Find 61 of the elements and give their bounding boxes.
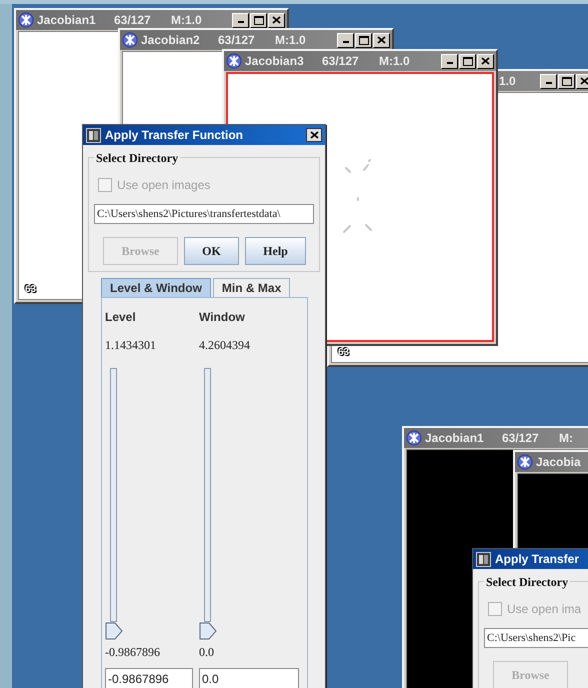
maximize-button[interactable]: [459, 54, 476, 68]
slider-label: Level: [105, 309, 137, 326]
max-value: 1.1434301: [105, 337, 157, 354]
checkbox-label: Use open images: [117, 177, 210, 194]
close-button[interactable]: [306, 128, 322, 142]
minimize-button[interactable]: [232, 12, 249, 28]
min-value: -0.9867896: [105, 644, 161, 662]
dialog-button[interactable]: OK: [184, 237, 239, 265]
maximize-icon: [358, 36, 368, 44]
app-icon: [18, 12, 34, 28]
slice-number: 63/127: [218, 32, 256, 49]
slider-label: Window: [199, 309, 246, 326]
slice-number: 63/127: [114, 12, 152, 29]
slider-thumb[interactable]: [199, 622, 217, 640]
maximize-button[interactable]: [558, 74, 575, 88]
directory-field[interactable]: C:\Users\shens2\Pictures\transfertestdata\: [94, 204, 314, 224]
dialog-title: Apply Transfer Function: [105, 127, 244, 144]
close-icon: [580, 77, 588, 85]
checkbox-label: Use open ima: [507, 601, 582, 618]
close-icon: [377, 36, 386, 44]
app-icon: [122, 32, 138, 48]
slice-label: 63: [25, 283, 36, 297]
maximize-icon: [254, 16, 264, 24]
maximize-icon: [462, 56, 472, 66]
maximize-button[interactable]: [355, 32, 372, 48]
app-icon: [517, 454, 533, 470]
minimize-button[interactable]: [540, 74, 557, 88]
minimize-button[interactable]: [441, 54, 458, 68]
window-title: Jacobian2: [141, 32, 201, 49]
zoom-factor: M:: [559, 430, 573, 447]
zoom-factor: M:1.0: [379, 53, 410, 70]
close-icon: [481, 57, 490, 65]
close-icon: [310, 131, 318, 139]
window-title: Jacobian3: [245, 53, 305, 70]
app-icon: [86, 128, 101, 142]
app-icon: [226, 53, 242, 69]
window-title: Jacobia: [536, 454, 582, 471]
value-field[interactable]: 0.0: [199, 668, 299, 688]
dialog-title: Apply Transfer: [495, 551, 580, 568]
window-title: Jacobian1: [425, 430, 485, 447]
slice-number: 63/127: [502, 430, 540, 447]
dialog-button[interactable]: Help: [245, 237, 306, 265]
zoom-factor: M:1.0: [171, 12, 202, 29]
zoom-factor: 1.0: [499, 73, 516, 90]
maximize-icon: [562, 76, 572, 86]
tab[interactable]: Min & Max: [212, 278, 290, 297]
directory-field[interactable]: C:\Users\shens2\Pic: [484, 628, 588, 648]
slider-thumb[interactable]: [105, 622, 123, 640]
slice-number: 63/127: [322, 53, 360, 70]
close-icon: [272, 16, 281, 24]
app-icon: [406, 430, 422, 446]
value-field[interactable]: -0.9867896: [105, 668, 193, 688]
slice-label: 63: [338, 346, 350, 360]
max-value: 4.2604394: [199, 337, 251, 354]
app-icon: [476, 552, 491, 566]
min-value: 0.0: [199, 644, 215, 662]
tab[interactable]: Level & Window: [101, 278, 211, 297]
minimize-button[interactable]: [337, 32, 354, 48]
window-title: Jacobian1: [37, 12, 97, 29]
maximize-button[interactable]: [250, 12, 267, 28]
zoom-factor: M:1.0: [275, 32, 306, 49]
